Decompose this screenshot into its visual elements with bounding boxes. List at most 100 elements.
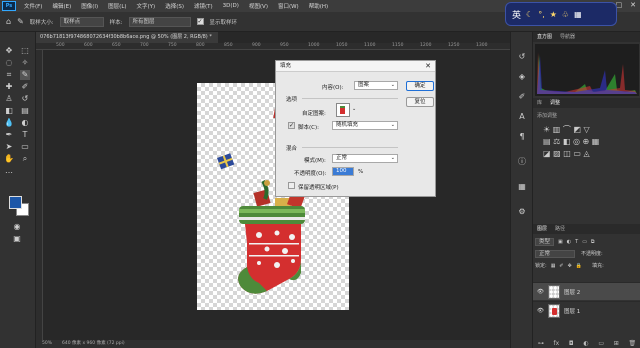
brush-panel-icon[interactable]: ✐ xyxy=(517,92,527,102)
menu-type[interactable]: 文字(Y) xyxy=(132,2,161,10)
filter-type-icon[interactable]: T xyxy=(575,239,578,245)
trash-icon[interactable]: 🗑 xyxy=(628,340,636,347)
clone-stamp-icon[interactable]: ♙ xyxy=(4,94,14,104)
dialog-close-icon[interactable]: ✕ xyxy=(425,61,431,72)
menu-view[interactable]: 视图(V) xyxy=(244,2,273,10)
filter-adjust-icon[interactable]: ◐ xyxy=(567,239,571,245)
blur-tool-icon[interactable]: 💧 xyxy=(4,118,14,128)
exposure-icon[interactable]: ◩ xyxy=(573,125,581,134)
punctuation-icon[interactable]: °, xyxy=(538,10,545,19)
menu-edit[interactable]: 编辑(E) xyxy=(47,2,76,10)
black-white-icon[interactable]: ◧ xyxy=(563,137,571,146)
visibility-eye-icon[interactable]: 👁 xyxy=(537,308,544,314)
move-tool-icon[interactable]: ✥ xyxy=(4,46,14,56)
layer-name[interactable]: 图层 1 xyxy=(564,307,580,315)
gradient-map-icon[interactable]: ▭ xyxy=(573,149,581,158)
pattern-picker[interactable] xyxy=(336,103,350,117)
color-lookup-icon[interactable]: ▦ xyxy=(592,137,600,146)
hue-saturation-icon[interactable]: ▤ xyxy=(543,137,551,146)
menu-help[interactable]: 帮助(H) xyxy=(304,2,333,10)
shape-tool-icon[interactable]: ▭ xyxy=(20,142,30,152)
mode-select[interactable]: 正常 ⌄ xyxy=(332,154,398,163)
tab-layers[interactable]: 图层 xyxy=(537,224,547,234)
ime-toolbar[interactable]: 英 ☾ °, ★ ♧ ▦ xyxy=(505,2,617,26)
character-panel-icon[interactable]: A xyxy=(517,112,527,122)
marquee-tool-icon[interactable]: ⬚ xyxy=(20,46,30,56)
threshold-icon[interactable]: ◫ xyxy=(563,149,571,158)
preserve-transparency-checkbox[interactable] xyxy=(288,182,295,189)
layer-row[interactable]: 👁 图层 2 xyxy=(533,282,640,300)
filter-smart-icon[interactable]: ⧉ xyxy=(591,239,595,245)
levels-icon[interactable]: ▥ xyxy=(553,125,561,134)
paragraph-panel-icon[interactable]: ¶ xyxy=(517,132,527,142)
vibrance-icon[interactable]: ▽ xyxy=(583,125,589,134)
sample-select[interactable]: 所有图层 xyxy=(128,16,191,27)
pattern-chevron-icon[interactable]: ⌄ xyxy=(352,106,356,112)
color-balance-icon[interactable]: ⚖ xyxy=(553,137,560,146)
home-icon[interactable]: ⌂ xyxy=(6,17,11,26)
star-icon[interactable]: ★ xyxy=(550,10,557,19)
lasso-tool-icon[interactable]: ◌ xyxy=(4,58,14,68)
brightness-icon[interactable]: ☀ xyxy=(543,125,550,134)
tab-paths[interactable]: 路径 xyxy=(555,224,565,234)
glyphs-panel-icon[interactable]: ⚙ xyxy=(517,207,527,217)
keyboard-icon[interactable]: ▦ xyxy=(574,10,582,19)
layer-row[interactable]: 👁 图层 1 xyxy=(533,301,640,319)
info-panel-icon[interactable]: ⓘ xyxy=(517,157,527,167)
script-select[interactable]: 随机填充 ⌄ xyxy=(332,121,398,130)
invert-icon[interactable]: ◪ xyxy=(543,149,551,158)
eraser-tool-icon[interactable]: ◧ xyxy=(4,106,14,116)
filter-shape-icon[interactable]: ▭ xyxy=(582,239,587,245)
crop-tool-icon[interactable]: ⌗ xyxy=(4,70,14,80)
channel-mixer-icon[interactable]: ⊕ xyxy=(582,137,589,146)
eyedropper-icon[interactable]: ✎ xyxy=(20,70,30,80)
zoom-tool-icon[interactable]: ⌕ xyxy=(20,154,30,164)
ime-language[interactable]: 英 xyxy=(512,8,521,21)
more-tools-icon[interactable]: … xyxy=(4,166,14,176)
foreground-color-swatch[interactable] xyxy=(9,196,22,209)
screen-mode-icon[interactable]: ▣ xyxy=(12,234,22,244)
photo-filter-icon[interactable]: ◎ xyxy=(573,137,580,146)
filter-pixel-icon[interactable]: ▣ xyxy=(558,239,563,245)
history-panel-icon[interactable]: ↺ xyxy=(517,52,527,62)
curves-icon[interactable]: ⌒ xyxy=(563,125,571,134)
ok-button[interactable]: 确定 xyxy=(406,81,434,91)
add-mask-icon[interactable]: ◘ xyxy=(569,340,574,347)
new-layer-icon[interactable]: ⊞ xyxy=(614,340,619,347)
hand-tool-icon[interactable]: ✋ xyxy=(4,154,14,164)
lock-move-icon[interactable]: ✥ xyxy=(568,263,572,269)
new-adjustment-icon[interactable]: ◐ xyxy=(583,340,588,347)
brush-tool-icon[interactable]: ✐ xyxy=(20,82,30,92)
magic-wand-icon[interactable]: ✧ xyxy=(20,58,30,68)
script-checkbox[interactable]: ✓ xyxy=(288,122,295,129)
tab-histogram[interactable]: 直方图 xyxy=(537,32,552,42)
tab-libraries[interactable]: 库 xyxy=(537,98,542,108)
show-ring-checkbox[interactable]: ✓ xyxy=(196,18,204,25)
type-tool-icon[interactable]: T xyxy=(20,130,30,140)
document-tab[interactable]: 076b71813f974868072634f30b8b6ace.png @ 5… xyxy=(36,32,218,43)
fx-icon[interactable]: fx xyxy=(554,340,560,347)
close-button[interactable]: ✕ xyxy=(630,1,636,9)
lock-brush-icon[interactable]: ✐ xyxy=(559,263,563,269)
lock-pixels-icon[interactable]: ▦ xyxy=(551,263,556,269)
content-select[interactable]: 图案 ⌄ xyxy=(354,81,398,90)
tab-navigator[interactable]: 导航器 xyxy=(560,32,575,42)
layer-kind-select[interactable]: 类型 xyxy=(535,237,555,246)
quick-mask-icon[interactable]: ◉ xyxy=(12,222,22,232)
new-group-icon[interactable]: ▭ xyxy=(598,340,604,347)
menu-select[interactable]: 选择(S) xyxy=(160,2,189,10)
menu-window[interactable]: 窗口(W) xyxy=(273,2,304,10)
opacity-input[interactable]: 100 xyxy=(332,167,354,176)
layer-blend-select[interactable]: 正常 xyxy=(535,249,575,258)
sample-size-select[interactable]: 取样点 xyxy=(59,16,104,27)
menu-file[interactable]: 文件(F) xyxy=(19,2,47,10)
path-selection-icon[interactable]: ➤ xyxy=(4,142,14,152)
link-layers-icon[interactable]: ⊶ xyxy=(538,340,544,347)
swatches-panel-icon[interactable]: ▦ xyxy=(517,182,527,192)
selective-color-icon[interactable]: ◬ xyxy=(583,149,589,158)
healing-brush-icon[interactable]: ✚ xyxy=(4,82,14,92)
visibility-eye-icon[interactable]: 👁 xyxy=(537,289,544,295)
eyedropper-tool-icon[interactable]: ✎ xyxy=(17,17,24,26)
tab-close-icon[interactable]: ✕ xyxy=(217,34,218,40)
reset-button[interactable]: 复位 xyxy=(406,97,434,107)
